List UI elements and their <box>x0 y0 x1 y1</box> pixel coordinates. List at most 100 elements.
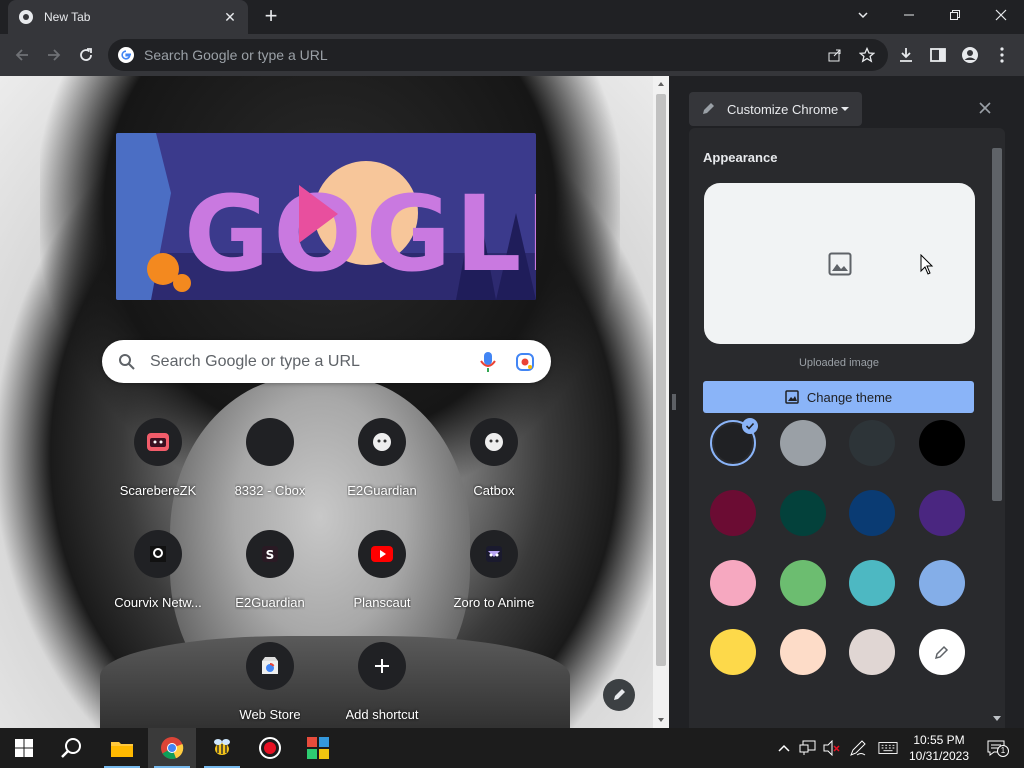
start-button[interactable] <box>0 728 48 768</box>
notification-badge: 1 <box>997 745 1009 757</box>
search-button[interactable] <box>48 728 96 768</box>
side-panel-icon[interactable] <box>926 43 950 67</box>
keyboard-icon[interactable] <box>878 738 898 758</box>
minimize-button[interactable] <box>886 0 932 30</box>
shortcut-tile[interactable]: Planscaut <box>326 516 438 616</box>
grid-app-icon <box>307 737 329 759</box>
close-window-button[interactable] <box>978 0 1024 30</box>
notification-center-icon[interactable]: 1 <box>982 738 1010 758</box>
network-icon[interactable] <box>798 738 818 758</box>
change-theme-label: Change theme <box>806 389 893 405</box>
forward-arrow-icon <box>48 49 61 61</box>
voice-search-icon[interactable] <box>479 351 497 373</box>
download-icon[interactable] <box>894 43 918 67</box>
chrome-icon <box>19 10 33 24</box>
web-store-icon <box>262 657 278 674</box>
shortcut-tile[interactable]: ScarebereZK <box>102 404 214 504</box>
recorder-button[interactable] <box>246 728 294 768</box>
share-icon[interactable] <box>824 44 846 66</box>
screen: New Tab ✕ + Search Google or type a URL … <box>0 0 1024 768</box>
color-swatch[interactable] <box>919 560 965 606</box>
shortcut-label: Planscaut <box>353 595 411 610</box>
uploaded-image-label: Uploaded image <box>798 357 880 369</box>
taskbar-clock[interactable]: 10:55 PM 10/31/2023 <box>904 732 974 764</box>
tab-search-icon[interactable] <box>840 0 886 30</box>
google-doodle[interactable]: GOGLE <box>116 133 536 300</box>
panel-scrollbar[interactable] <box>989 146 1005 728</box>
panel-scrollbar-thumb[interactable] <box>992 148 1002 501</box>
shortcut-tile[interactable]: Catbox <box>438 404 550 504</box>
app-button[interactable] <box>198 728 246 768</box>
ntp-search-box[interactable]: Search Google or type a URL <box>102 340 551 383</box>
tab-title: New Tab <box>44 10 91 24</box>
pen-icon[interactable] <box>848 738 868 758</box>
reload-button[interactable] <box>74 43 98 67</box>
color-swatch[interactable] <box>919 490 965 536</box>
color-swatch[interactable] <box>919 420 965 466</box>
add-shortcut-button[interactable]: Add shortcut <box>326 628 438 728</box>
pencil-icon <box>703 103 714 114</box>
change-theme-button[interactable]: Change theme <box>703 381 974 413</box>
scroll-down-icon[interactable] <box>653 712 669 728</box>
side-panel-resize-handle[interactable] <box>669 76 679 728</box>
volume-muted-icon[interactable] <box>822 738 842 758</box>
color-swatch[interactable] <box>849 490 895 536</box>
color-swatch[interactable] <box>780 420 826 466</box>
tab-new-tab[interactable]: New Tab ✕ <box>8 0 248 34</box>
menu-kebab-icon[interactable] <box>990 43 1014 67</box>
shortcut-tile[interactable]: 8332 - Cbox <box>214 404 326 504</box>
back-button[interactable] <box>10 43 34 67</box>
google-g-icon <box>118 47 134 63</box>
color-swatch[interactable] <box>849 560 895 606</box>
color-swatch[interactable] <box>710 560 756 606</box>
panel-title: Customize Chrome <box>727 101 839 117</box>
color-swatch[interactable] <box>780 560 826 606</box>
color-swatch[interactable] <box>849 629 895 675</box>
games-app-button[interactable] <box>294 728 342 768</box>
shortcut-label: ScarebereZK <box>119 483 197 498</box>
panel-content: Appearance Uploaded image Change theme <box>689 128 1005 728</box>
close-icon <box>979 102 991 114</box>
appearance-heading: Appearance <box>703 150 778 165</box>
search-icon <box>61 738 81 758</box>
bookmark-star-icon[interactable] <box>856 44 878 66</box>
shortcut-label: E2Guardian <box>347 483 417 498</box>
color-swatch[interactable] <box>710 629 756 675</box>
color-swatch[interactable] <box>710 490 756 536</box>
file-explorer-button[interactable] <box>98 728 146 768</box>
close-tab-icon[interactable]: ✕ <box>222 9 238 26</box>
zoro-icon <box>486 546 502 562</box>
e2guardian-icon <box>373 433 391 451</box>
page-scrollbar-thumb[interactable] <box>656 94 666 666</box>
shortcut-label: Zoro to Anime <box>453 595 535 610</box>
show-hidden-icons-chevron-icon[interactable] <box>774 738 794 758</box>
theme-image-icon <box>785 390 799 404</box>
shortcut-tile[interactable]: Web Store <box>214 628 326 728</box>
shortcut-tile[interactable]: S E2Guardian <box>214 516 326 616</box>
search-icon <box>119 353 135 370</box>
profile-avatar-icon[interactable] <box>958 43 982 67</box>
dropdown-arrow-icon <box>841 107 849 111</box>
customize-pencil-button[interactable] <box>603 679 635 711</box>
shortcut-label: Catbox <box>473 483 515 498</box>
close-panel-button[interactable] <box>975 98 995 118</box>
omnibox[interactable]: Search Google or type a URL <box>108 39 888 71</box>
custom-color-swatch[interactable] <box>919 629 965 675</box>
chrome-taskbar-button[interactable] <box>148 728 196 768</box>
shortcut-label: Web Store <box>239 707 301 722</box>
uploaded-image-card[interactable] <box>704 183 975 344</box>
color-swatch[interactable] <box>849 420 895 466</box>
new-tab-button[interactable]: + <box>258 4 284 30</box>
color-swatch[interactable] <box>780 490 826 536</box>
restore-button[interactable] <box>932 0 978 30</box>
shortcut-tile[interactable]: E2Guardian <box>326 404 438 504</box>
shortcut-tile[interactable]: Zoro to Anime <box>438 516 550 616</box>
color-swatch[interactable] <box>710 418 758 466</box>
chrome-icon <box>161 737 184 760</box>
forward-button[interactable] <box>42 43 66 67</box>
color-swatch[interactable] <box>780 629 826 675</box>
google-lens-icon[interactable] <box>515 352 535 372</box>
image-icon <box>828 252 851 275</box>
panel-selector-dropdown[interactable]: Customize Chrome <box>689 92 862 126</box>
shortcut-tile[interactable]: Courvix Netw... <box>102 516 214 616</box>
